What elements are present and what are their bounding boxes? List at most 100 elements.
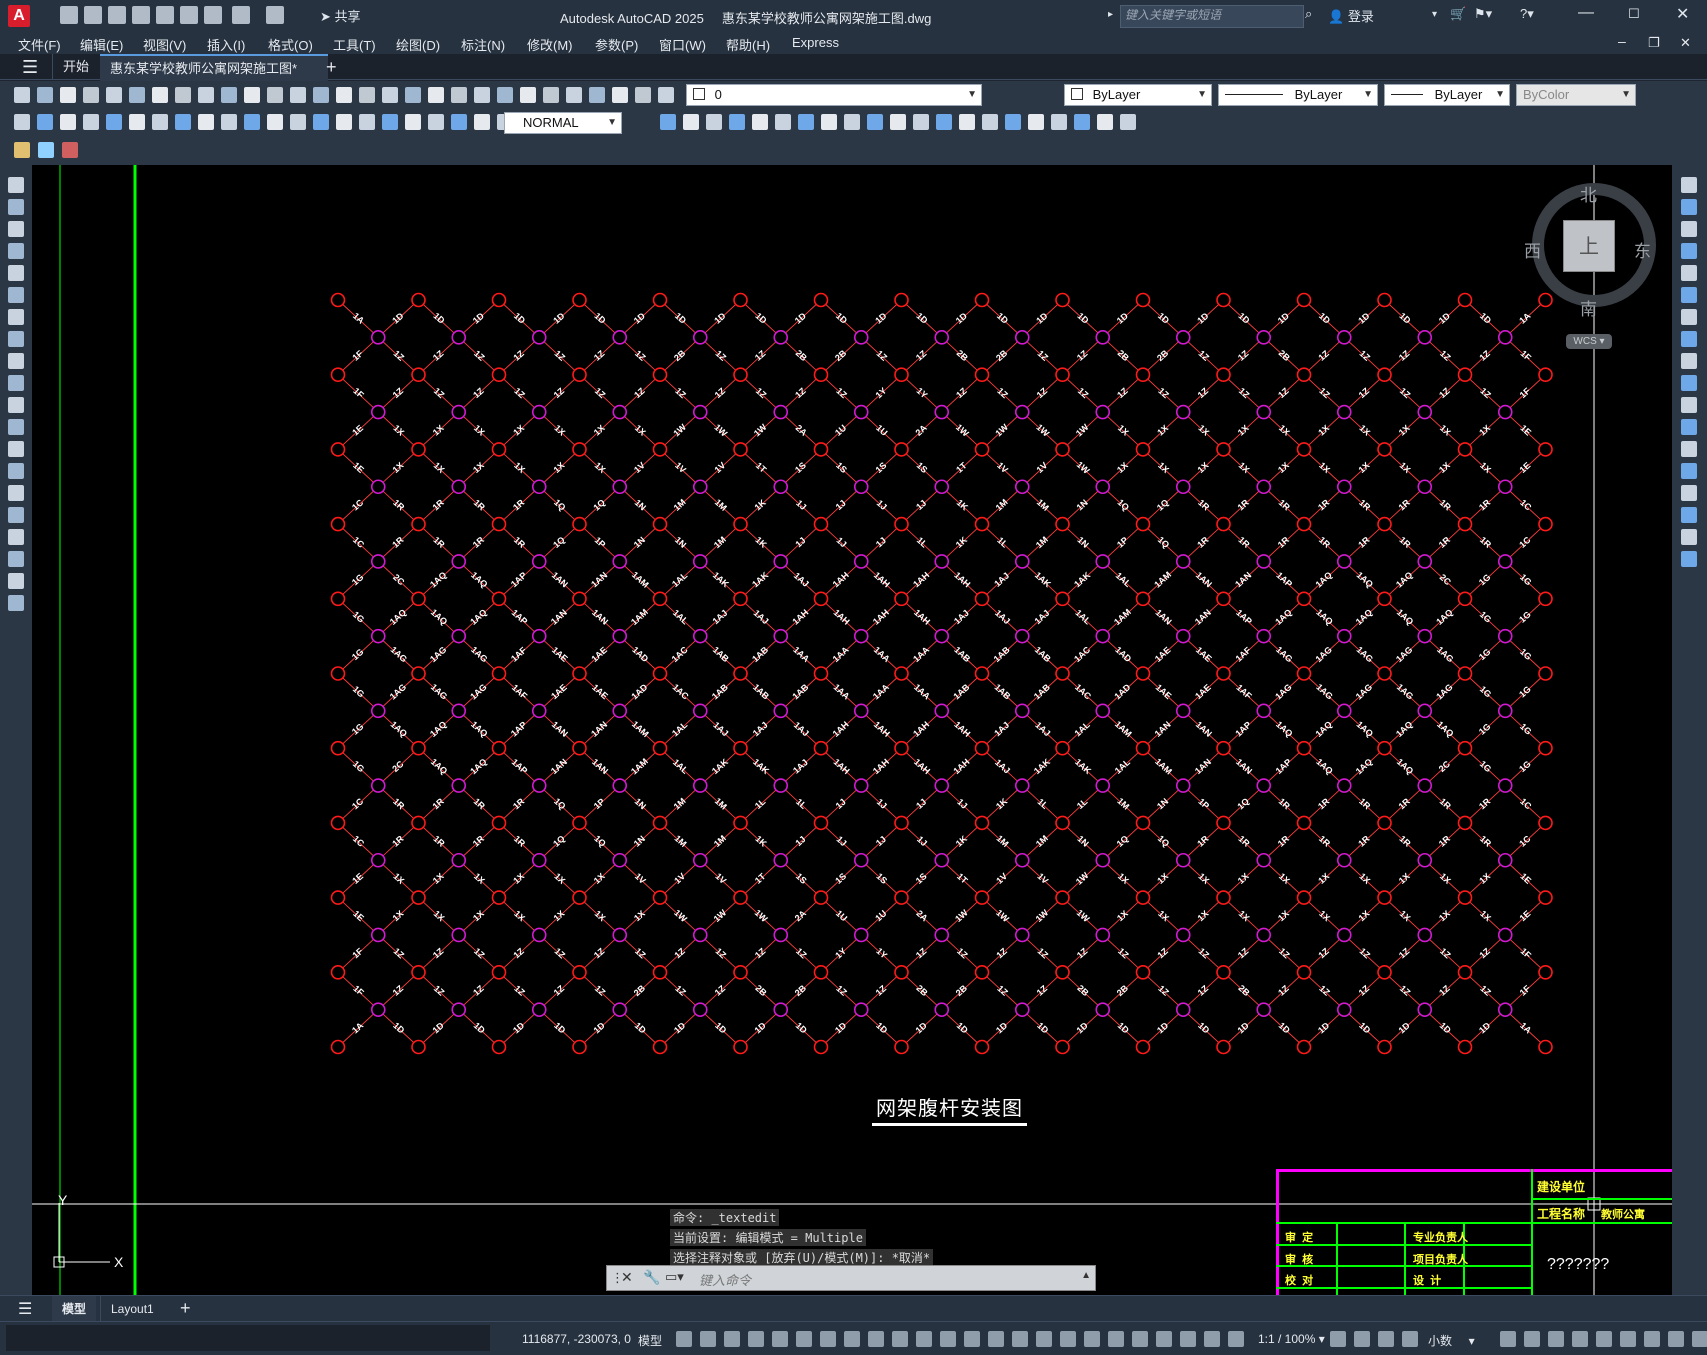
- status-toggle-icon[interactable]: [1692, 1331, 1707, 1347]
- toolbar-tool-icon[interactable]: [1074, 114, 1090, 130]
- menu-format[interactable]: 格式(O): [268, 35, 313, 54]
- toolbar-tool-icon[interactable]: [290, 114, 306, 130]
- status-toggle-icon[interactable]: [964, 1331, 980, 1347]
- doc-close-icon[interactable]: ✕: [1680, 35, 1691, 51]
- toolbar-tool-icon[interactable]: [60, 87, 76, 103]
- cart-icon[interactable]: 🛒: [1450, 6, 1466, 22]
- toolbar-tool-icon[interactable]: [428, 114, 444, 130]
- toolbar-tool-icon[interactable]: [106, 87, 122, 103]
- command-input[interactable]: 键入命令: [699, 1270, 751, 1289]
- viewcube-north[interactable]: 北: [1580, 181, 1597, 206]
- modify-tool-icon[interactable]: [1681, 177, 1697, 193]
- draw-tool-icon[interactable]: [8, 507, 24, 523]
- recent-commands-icon[interactable]: ▭▾: [665, 1269, 684, 1285]
- status-toggle-icon[interactable]: [916, 1331, 932, 1347]
- toolbar-tool-icon[interactable]: [14, 87, 30, 103]
- status-toggle-icon[interactable]: [892, 1331, 908, 1347]
- toolbar-tool-icon[interactable]: [313, 114, 329, 130]
- toolbar-tool-icon[interactable]: [867, 114, 883, 130]
- modify-tool-icon[interactable]: [1681, 441, 1697, 457]
- toolbar-tool-icon[interactable]: [451, 114, 467, 130]
- save-icon[interactable]: [108, 6, 126, 24]
- toolbar-tool-icon[interactable]: [497, 87, 513, 103]
- menu-file[interactable]: 文件(F): [18, 35, 61, 54]
- status-toggle-icon[interactable]: [724, 1331, 740, 1347]
- user-dropdown-icon[interactable]: ▾: [1432, 9, 1437, 20]
- new-file-icon[interactable]: [60, 6, 78, 24]
- search-expand-icon[interactable]: ▸: [1108, 9, 1113, 20]
- toolbar-tool-icon[interactable]: [290, 87, 306, 103]
- save-as-icon[interactable]: [132, 6, 150, 24]
- viewcube-top-face[interactable]: 上: [1563, 220, 1615, 272]
- layer-dropdown[interactable]: 0 ▼: [686, 84, 982, 106]
- menu-insert[interactable]: 插入(I): [207, 35, 245, 54]
- draw-tool-icon[interactable]: [8, 573, 24, 589]
- tab-layout1[interactable]: Layout1: [100, 1296, 164, 1322]
- wcs-menu[interactable]: WCS ▾: [1566, 334, 1612, 349]
- toolbar-tool-icon[interactable]: [129, 114, 145, 130]
- toolbar-tool-icon[interactable]: [359, 87, 375, 103]
- modify-tool-icon[interactable]: [1681, 243, 1697, 259]
- help-search-input[interactable]: 键入关键字或短语: [1120, 5, 1304, 28]
- tab-model[interactable]: 模型: [52, 1296, 97, 1322]
- toolbar-tool-icon[interactable]: [83, 87, 99, 103]
- status-toggle-icon[interactable]: [1572, 1331, 1588, 1347]
- text-style-dropdown[interactable]: NORMAL ▼: [504, 112, 622, 134]
- command-expand-icon[interactable]: ▲: [1081, 1270, 1091, 1281]
- draw-tool-icon[interactable]: [8, 551, 24, 567]
- redo-icon[interactable]: [266, 6, 284, 24]
- menu-express[interactable]: Express: [792, 35, 839, 50]
- viewcube-south[interactable]: 南: [1580, 295, 1597, 320]
- toolbar-tool-icon[interactable]: [428, 87, 444, 103]
- toolbar-tool-icon[interactable]: [566, 87, 582, 103]
- modify-tool-icon[interactable]: [1681, 551, 1697, 567]
- tab-drawing[interactable]: 惠东某学校教师公寓网架施工图* ✕: [100, 54, 328, 102]
- status-toggle-icon[interactable]: [1330, 1331, 1346, 1347]
- toolbar-tool-icon[interactable]: [359, 114, 375, 130]
- toolbar-tool-icon[interactable]: [1120, 114, 1136, 130]
- toolbar-tool-icon[interactable]: [913, 114, 929, 130]
- toolbar-tool-icon[interactable]: [474, 87, 490, 103]
- toolbar-tool-icon[interactable]: [152, 114, 168, 130]
- toolbar-tool-icon[interactable]: [267, 114, 283, 130]
- modify-tool-icon[interactable]: [1681, 463, 1697, 479]
- draw-tool-icon[interactable]: [8, 221, 24, 237]
- draw-tool-icon[interactable]: [8, 199, 24, 215]
- draw-tool-icon[interactable]: [8, 441, 24, 457]
- draw-tool-icon[interactable]: [8, 331, 24, 347]
- toolbar-tool-icon[interactable]: [612, 87, 628, 103]
- toolbar-tool-icon[interactable]: [520, 87, 536, 103]
- status-toggle-icon[interactable]: [1354, 1331, 1370, 1347]
- toolbar-tool-icon[interactable]: [982, 114, 998, 130]
- units-button[interactable]: 小数 ▾: [1428, 1332, 1475, 1349]
- status-toggle-icon[interactable]: [1228, 1331, 1244, 1347]
- draw-tool-icon[interactable]: [8, 397, 24, 413]
- toolbar-tool-icon[interactable]: [821, 114, 837, 130]
- model-space-button[interactable]: 模型: [638, 1332, 662, 1349]
- drawing-area[interactable]: 1A 1D 1D 1D 1D 1D 1D 1D 1D 1D 1D 1D 1D 1D 1D 1D 1D 1D 1D 1D…: [32, 165, 1672, 1295]
- autocad-logo-icon[interactable]: A: [8, 5, 30, 27]
- toolbar-tool-icon[interactable]: [775, 114, 791, 130]
- customize-icon[interactable]: 🔧: [643, 1269, 660, 1286]
- status-toggle-icon[interactable]: [1548, 1331, 1564, 1347]
- toolbar-tool-icon[interactable]: [152, 87, 168, 103]
- toolbar-tool-icon[interactable]: [683, 114, 699, 130]
- toolbar-tool-icon[interactable]: [175, 114, 191, 130]
- toolbar-tool-icon[interactable]: [175, 87, 191, 103]
- minimize-icon[interactable]: —: [1578, 4, 1594, 22]
- toolbar-tool-icon[interactable]: [129, 87, 145, 103]
- draw-tool-icon[interactable]: [8, 463, 24, 479]
- toolbar-tool-icon[interactable]: [37, 114, 53, 130]
- toolbar-tool-icon[interactable]: [336, 114, 352, 130]
- draw-tool-icon[interactable]: [8, 375, 24, 391]
- viewcube-east[interactable]: 东: [1634, 237, 1651, 262]
- search-icon[interactable]: ⌕: [1305, 6, 1312, 22]
- status-toggle-icon[interactable]: [1668, 1331, 1684, 1347]
- toolbar-tool-icon[interactable]: [37, 87, 53, 103]
- close-command-icon[interactable]: ✕: [621, 1269, 633, 1286]
- open-file-icon[interactable]: [84, 6, 102, 24]
- viewcube-west[interactable]: 西: [1524, 237, 1541, 262]
- draw-tool-icon[interactable]: [8, 353, 24, 369]
- modify-tool-icon[interactable]: [1681, 397, 1697, 413]
- toolbar-tool-icon[interactable]: [844, 114, 860, 130]
